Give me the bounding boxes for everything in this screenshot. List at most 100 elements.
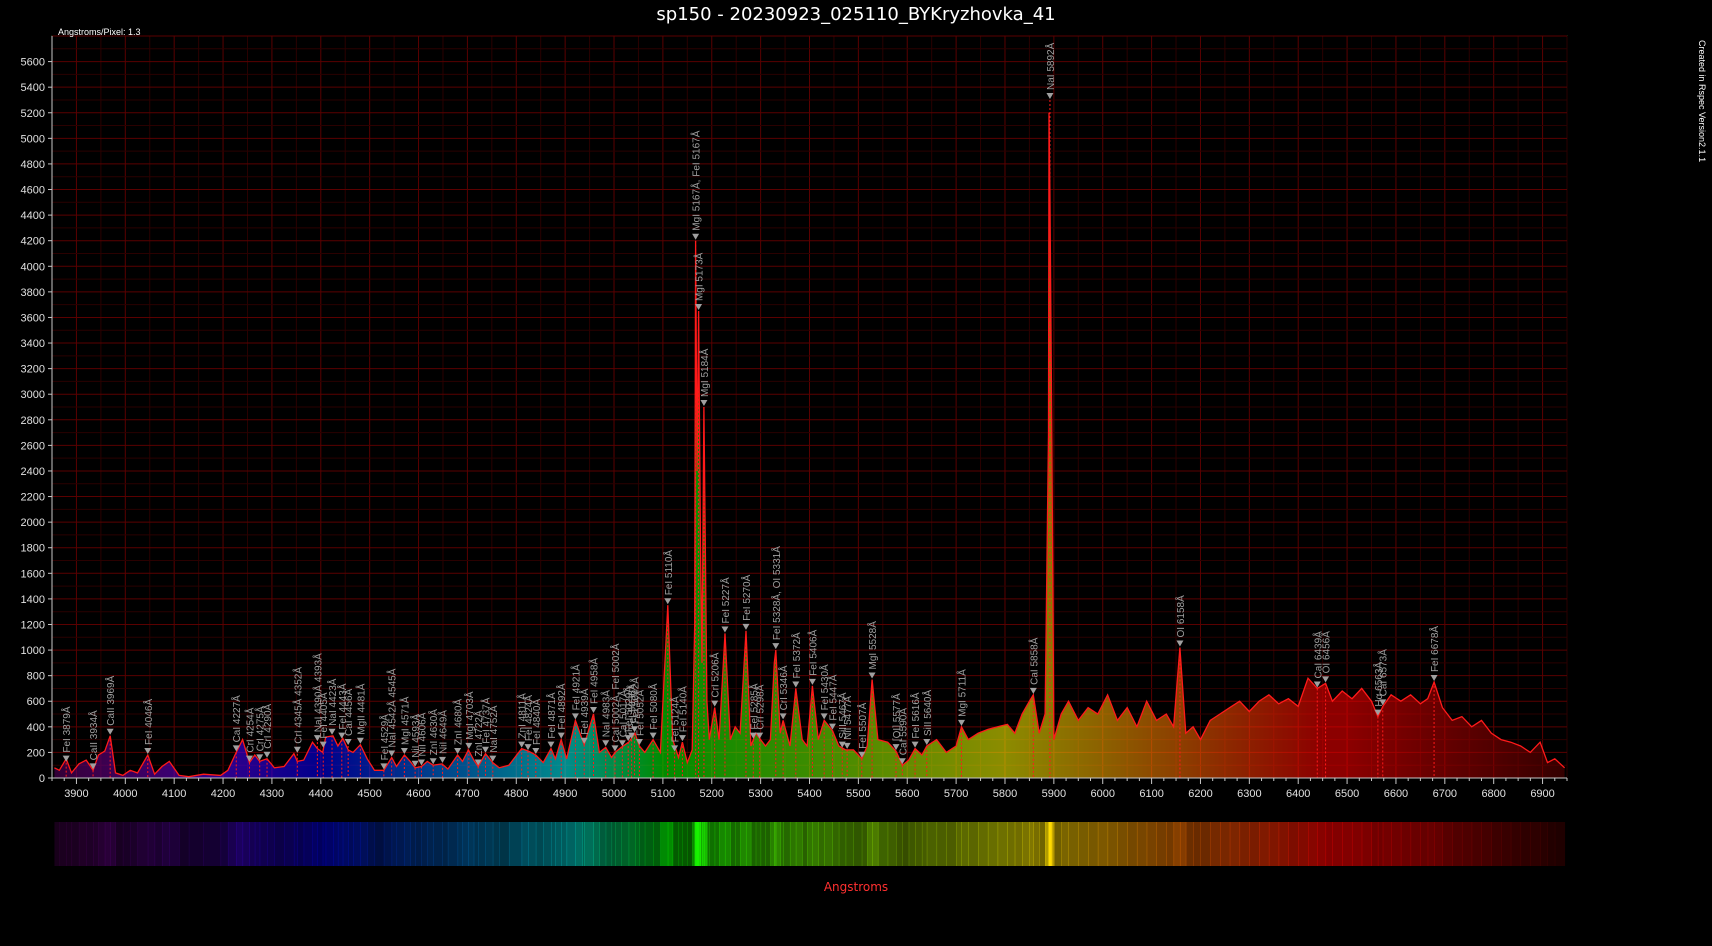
strip-segment [441,822,449,866]
strip-segment [1166,822,1175,866]
marker-label: FeI 3879Å [60,706,73,752]
strip-segment [130,822,139,866]
strip-segment [1382,822,1392,866]
strip-segment [750,822,757,866]
strip-segment [1078,822,1089,866]
strip-segment [521,822,529,866]
y-tick-label: 1400 [21,594,45,606]
marker-label: FeI 4958Å [587,658,600,704]
strip-segment [104,822,111,866]
marker-label: FeI 4892Å [555,683,568,729]
marker-label: FeI 4871Å [545,692,558,738]
strip-segment [621,822,630,866]
strip-segment [561,822,568,866]
strip-segment [997,822,1008,866]
y-tick-label: 0 [39,773,45,785]
marker-label: FeI 5372Å [790,632,803,678]
y-tick-label: 800 [27,671,45,683]
marker-label: FeI 5080Å [647,683,660,729]
marker-label: MgI 5167Å, FeI 5167Å [690,130,703,230]
strip-segment [1400,822,1412,866]
marker-label: MgI 5711Å [955,669,968,717]
marker-label: CaI 4456Å [342,688,355,736]
strip-segment [1039,822,1046,866]
marker-label: NaI 5892Å [1044,42,1057,90]
y-tick-label: 2600 [21,440,45,452]
strip-segment [1554,822,1566,866]
strip-segment [1540,822,1548,866]
x-tick-label: 5100 [651,788,675,800]
strip-segment [322,822,327,866]
scale-note: Angstroms/Pixel: 1.3 [58,27,141,37]
strip-segment [1547,822,1556,866]
strip-segment [528,822,537,866]
strip-segment [1220,822,1231,866]
x-tick-label: 4800 [504,788,528,800]
x-tick-label: 4700 [455,788,479,800]
strip-segment [254,822,261,866]
y-tick-label: 1000 [21,645,45,657]
x-tick-label: 6100 [1139,788,1163,800]
strip-segment [203,822,222,866]
strip-segment [259,822,268,866]
marker-label: FeI 5507Å [856,702,869,748]
strip-segment [447,822,459,866]
marker-label: FeI 5110Å [662,550,675,596]
strip-segment [765,822,771,866]
strip-segment [1471,822,1482,866]
strip-segment [1452,822,1463,866]
y-tick-label: 5200 [21,108,45,120]
strip-segment [667,822,674,866]
x-tick-label: 5600 [895,788,919,800]
strip-segment [410,822,416,866]
strip-segment [499,822,510,866]
strip-segment [433,822,443,866]
strip-segment [1249,822,1260,866]
x-tick-label: 6800 [1481,788,1505,800]
marker-label: MgI 5528Å [866,621,879,670]
y-tick-label: 400 [27,722,45,734]
strip-segment [1288,822,1299,866]
strip-segment [672,822,680,866]
strip-segment [1193,822,1201,866]
marker-label: CaII 3934Å [87,710,100,760]
marker-label: NiI 5477Å [841,696,854,740]
strip-segment [391,822,398,866]
y-tick-label: 2400 [21,466,45,478]
x-tick-label: 4300 [260,788,284,800]
strip-segment [110,822,117,866]
marker-label: FeI 5140Å [676,686,689,732]
strip-segment [1259,822,1270,866]
strip-segment [709,822,716,866]
strip-segment [93,822,99,866]
strip-segment [188,822,204,866]
strip-segment [147,822,156,866]
strip-segment [1061,822,1070,866]
strip-segment [303,822,313,866]
strip-segment [1173,822,1181,866]
strip-segment [1351,822,1363,866]
x-tick-label: 6300 [1237,788,1261,800]
strip-segment [317,822,324,866]
strip-segment [1530,822,1541,866]
marker-label: FeI 5328Å, OI 5331Å [770,546,783,640]
y-tick-label: 3200 [21,364,45,376]
strip-segment [703,822,708,866]
marker-label: OI 6158Å [1174,595,1187,638]
strip-segment [902,822,910,866]
strip-segment [66,822,73,866]
strip-segment [236,822,244,866]
strip-segment [678,822,683,866]
strip-segment [1107,822,1118,866]
strip-segment [593,822,600,866]
marker-label: CrI 4254Å [243,707,256,752]
strip-segment [342,822,349,866]
x-tick-label: 4400 [309,788,333,800]
strip-segment [415,822,422,866]
strip-segment [1136,822,1148,866]
marker-label: FeI 5052Å [633,690,646,736]
strip-segment [137,822,149,866]
strip-segment [1317,822,1327,866]
strip-segment [1185,822,1194,866]
strip-segment [961,822,969,866]
